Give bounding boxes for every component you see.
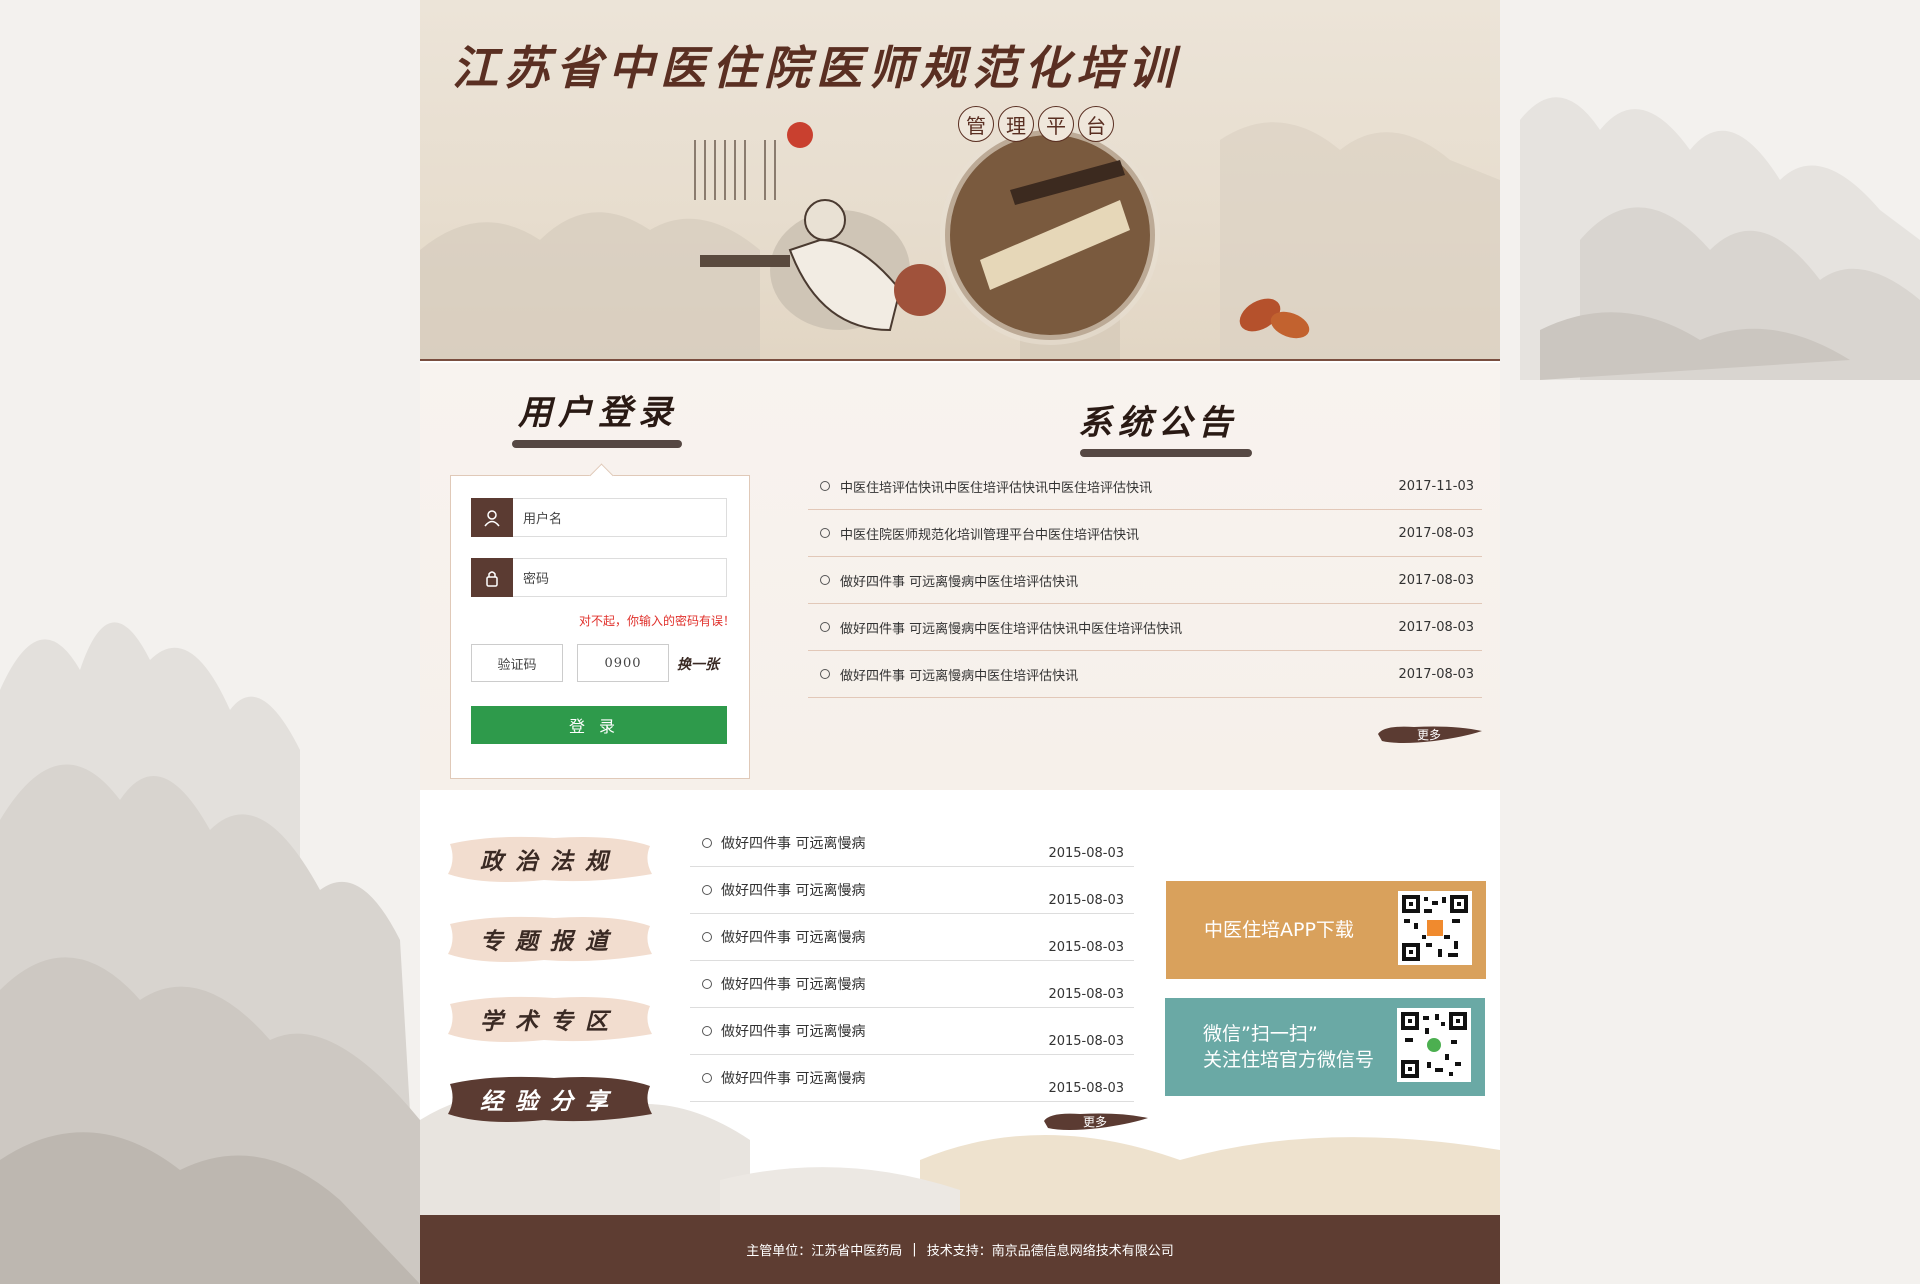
notice-date: 2017-08-03	[1398, 572, 1474, 588]
notice-item[interactable]: 做好四件事 可远离慢病中医住培评估快讯 2017-08-03	[808, 651, 1482, 698]
footer-divider: |	[912, 1242, 917, 1257]
notice-date: 2017-08-03	[1398, 666, 1474, 682]
subtitle-char: 管	[958, 106, 994, 142]
username-field[interactable]: 用户名	[471, 498, 727, 537]
site-title: 江苏省中医住院医师规范化培训	[452, 41, 1180, 95]
news-list: 做好四件事 可远离慢病 2015-08-03 做好四件事 可远离慢病 2015-…	[690, 820, 1134, 1102]
more-label: 更多	[1082, 1114, 1107, 1129]
captcha-image: 0900	[577, 644, 669, 682]
app-download-banner[interactable]: 中医住培APP下载	[1166, 881, 1486, 979]
news-title[interactable]: 做好四件事 可远离慢病	[721, 1021, 865, 1041]
login-button[interactable]: 登录	[471, 706, 727, 744]
notice-title[interactable]: 做好四件事 可远离慢病中医住培评估快讯中医住培评估快讯	[840, 618, 1182, 637]
subtitle-char: 平	[1038, 106, 1074, 142]
notice-item[interactable]: 做好四件事 可远离慢病中医住培评估快讯中医住培评估快讯 2017-08-03	[808, 604, 1482, 651]
notice-title[interactable]: 中医住院医师规范化培训管理平台中医住培评估快讯	[840, 524, 1139, 543]
category-label: 经验分享	[480, 1088, 620, 1115]
app-qr-code	[1398, 891, 1472, 965]
footer-tech: 技术支持：南京品德信息网络技术有限公司	[926, 1244, 1174, 1259]
news-date: 2015-08-03	[1048, 846, 1124, 861]
notice-item[interactable]: 做好四件事 可远离慢病中医住培评估快讯 2017-08-03	[808, 557, 1482, 604]
notice-date: 2017-08-03	[1398, 525, 1474, 541]
heading-underline	[512, 440, 682, 448]
login-form: 用户名 密码 对不起，你输入的密码有误！ 验证码 0900 换一张 登录	[450, 475, 750, 779]
captcha-input[interactable]: 验证码	[471, 644, 563, 682]
ink-mountains-right	[1520, 97, 1920, 380]
news-item[interactable]: 做好四件事 可远离慢病 2015-08-03	[690, 820, 1134, 867]
news-title[interactable]: 做好四件事 可远离慢病	[721, 833, 865, 853]
notice-title[interactable]: 做好四件事 可远离慢病中医住培评估快讯	[840, 665, 1078, 684]
notice-item[interactable]: 中医住培评估快讯中医住培评估快讯中医住培评估快讯 2017-11-03	[808, 463, 1482, 510]
news-item[interactable]: 做好四件事 可远离慢病 2015-08-03	[690, 914, 1134, 961]
category-label: 学术专区	[480, 1008, 620, 1035]
wechat-text: 微信”扫一扫” 关注住培官方微信号	[1203, 1021, 1374, 1073]
category-label: 政治法规	[480, 848, 620, 875]
news-date: 2015-08-03	[1048, 893, 1124, 908]
bullet-icon	[702, 885, 712, 895]
password-placeholder: 密码	[523, 572, 550, 587]
bullet-icon	[820, 622, 830, 632]
news-item[interactable]: 做好四件事 可远离慢病 2015-08-03	[690, 1055, 1134, 1102]
notice-date: 2017-08-03	[1398, 619, 1474, 635]
wechat-line-2: 关注住培官方微信号	[1203, 1049, 1375, 1071]
news-item[interactable]: 做好四件事 可远离慢病 2015-08-03	[690, 867, 1134, 914]
news-item[interactable]: 做好四件事 可远离慢病 2015-08-03	[690, 961, 1134, 1008]
notice-title[interactable]: 中医住培评估快讯中医住培评估快讯中医住培评估快讯	[840, 477, 1152, 496]
news-title[interactable]: 做好四件事 可远离慢病	[721, 927, 865, 947]
news-date: 2015-08-03	[1048, 987, 1124, 1002]
user-icon	[471, 498, 513, 537]
platform-subtitle: 管 理 平 台	[958, 106, 1114, 142]
wechat-follow-banner[interactable]: 微信”扫一扫” 关注住培官方微信号	[1165, 998, 1485, 1096]
bullet-icon	[820, 481, 830, 491]
notice-title[interactable]: 做好四件事 可远离慢病中医住培评估快讯	[840, 571, 1078, 590]
footer-org: 主管单位：江苏省中医药局	[746, 1244, 903, 1259]
notice-list: 中医住培评估快讯中医住培评估快讯中医住培评估快讯 2017-11-03 中医住院…	[808, 463, 1482, 698]
bullet-icon	[702, 1073, 712, 1083]
bullet-icon	[820, 575, 830, 585]
notices-more-button[interactable]: 更多	[1374, 723, 1484, 745]
news-more-button[interactable]: 更多	[1040, 1110, 1150, 1132]
news-date: 2015-08-03	[1048, 940, 1124, 955]
wechat-line-1: 微信”扫一扫”	[1203, 1023, 1318, 1045]
bullet-icon	[702, 1026, 712, 1036]
bullet-icon	[702, 979, 712, 989]
lock-icon	[471, 558, 513, 597]
notice-item[interactable]: 中医住院医师规范化培训管理平台中医住培评估快讯 2017-08-03	[808, 510, 1482, 557]
news-title[interactable]: 做好四件事 可远离慢病	[721, 1068, 865, 1088]
refresh-captcha-link[interactable]: 换一张	[677, 654, 719, 674]
bullet-icon	[702, 932, 712, 942]
bullet-icon	[820, 669, 830, 679]
header-banner: 江苏省中医住院医师规范化培训 管 理 平 台	[420, 0, 1500, 361]
news-date: 2015-08-03	[1048, 1081, 1124, 1096]
ink-mountains-left	[0, 622, 420, 1284]
login-heading: 用户登录	[518, 393, 678, 433]
category-academic[interactable]: 学术专区	[444, 990, 656, 1048]
category-label: 专题报道	[480, 928, 620, 955]
news-date: 2015-08-03	[1048, 1034, 1124, 1049]
news-section: 政治法规 专题报道 学术专区 经验分享 做好四件事 可远离慢病 2015-08-…	[420, 790, 1500, 1215]
site-footer: 主管单位：江苏省中医药局 | 技术支持：南京品德信息网络技术有限公司	[420, 1215, 1500, 1284]
more-label: 更多	[1416, 727, 1441, 742]
login-and-notices-section: 用户登录 系统公告 用户名 密码 对不起，你输入的密码有误！ 验证码 0900 …	[420, 363, 1500, 790]
notice-date: 2017-11-03	[1398, 478, 1474, 494]
notices-heading: 系统公告	[1078, 403, 1238, 443]
category-policy[interactable]: 政治法规	[444, 830, 656, 888]
category-features[interactable]: 专题报道	[444, 910, 656, 968]
password-field[interactable]: 密码	[471, 558, 727, 597]
wechat-qr-code	[1397, 1008, 1471, 1082]
subtitle-char: 台	[1078, 106, 1114, 142]
app-download-text: 中医住培APP下载	[1204, 919, 1354, 941]
news-title[interactable]: 做好四件事 可远离慢病	[721, 974, 865, 994]
bullet-icon	[702, 838, 712, 848]
subtitle-char: 理	[998, 106, 1034, 142]
heading-underline	[1080, 449, 1252, 457]
news-title[interactable]: 做好四件事 可远离慢病	[721, 880, 865, 900]
bullet-icon	[820, 528, 830, 538]
username-placeholder: 用户名	[523, 512, 563, 527]
news-item[interactable]: 做好四件事 可远离慢病 2015-08-03	[690, 1008, 1134, 1055]
page-container: 江苏省中医住院医师规范化培训 管 理 平 台 用户登录 系统公告 用户名 密码 …	[420, 0, 1500, 1284]
login-error-message: 对不起，你输入的密码有误！	[578, 614, 735, 628]
category-experience[interactable]: 经验分享	[444, 1070, 656, 1128]
